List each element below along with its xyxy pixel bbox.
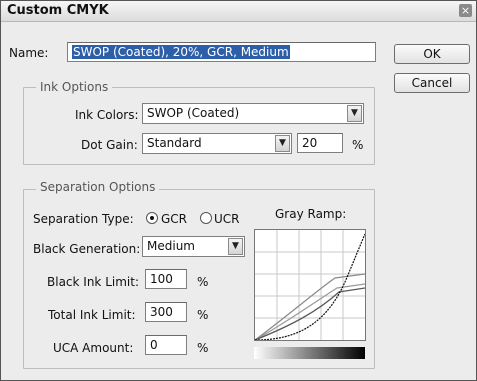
chevron-down-icon[interactable]: ▼ xyxy=(347,105,362,122)
close-icon[interactable]: × xyxy=(459,4,472,17)
black-ink-limit-label: Black Ink Limit: xyxy=(47,275,139,289)
name-value: SWOP (Coated), 20%, GCR, Medium xyxy=(72,45,290,59)
total-ink-limit-label: Total Ink Limit: xyxy=(48,308,136,322)
title-bar: Custom CMYK × xyxy=(1,1,476,22)
black-generation-select[interactable]: Medium ▼ xyxy=(142,236,245,257)
ucr-label[interactable]: UCR xyxy=(214,212,240,226)
name-label: Name: xyxy=(9,46,49,60)
total-ink-limit-value: 300 xyxy=(150,305,173,319)
window-title: Custom CMYK xyxy=(7,3,109,18)
separation-options-title: Separation Options xyxy=(36,180,160,194)
dot-gain-percent-sign: % xyxy=(352,138,364,152)
ink-options-title: Ink Options xyxy=(36,80,113,94)
uca-amount-label: UCA Amount: xyxy=(53,341,134,355)
radio-selected-dot xyxy=(150,216,154,220)
black-ink-limit-input[interactable]: 100 xyxy=(145,269,187,289)
total-ink-limit-input[interactable]: 300 xyxy=(145,302,187,322)
black-ink-limit-percent: % xyxy=(197,275,209,289)
custom-cmyk-dialog: Custom CMYK × Name: SWOP (Coated), 20%, … xyxy=(0,0,477,381)
uca-amount-percent: % xyxy=(197,341,209,355)
black-generation-value: Medium xyxy=(147,239,195,253)
dot-gain-label: Dot Gain: xyxy=(81,138,138,152)
chevron-down-icon[interactable]: ▼ xyxy=(228,238,243,255)
gray-ramp-curves xyxy=(254,230,366,341)
gcr-label[interactable]: GCR xyxy=(161,212,187,226)
dot-gain-percent-value: 20 xyxy=(302,136,318,150)
dot-gain-percent-input[interactable]: 20 xyxy=(297,133,343,153)
uca-amount-value: 0 xyxy=(150,338,158,352)
ucr-radio[interactable] xyxy=(200,212,212,224)
name-input[interactable]: SWOP (Coated), 20%, GCR, Medium xyxy=(67,42,376,62)
total-ink-limit-percent: % xyxy=(197,308,209,322)
uca-amount-input[interactable]: 0 xyxy=(145,335,187,355)
ink-colors-label: Ink Colors: xyxy=(75,108,139,122)
gray-ramp-label: Gray Ramp: xyxy=(275,207,347,221)
black-ink-limit-value: 100 xyxy=(150,272,173,286)
chevron-down-icon[interactable]: ▼ xyxy=(275,135,290,152)
black-generation-label: Black Generation: xyxy=(33,242,141,256)
ink-colors-select[interactable]: SWOP (Coated) ▼ xyxy=(142,103,364,124)
dot-gain-select[interactable]: Standard ▼ xyxy=(142,133,292,154)
cancel-button[interactable]: Cancel xyxy=(394,73,470,93)
gray-gradient-bar xyxy=(254,347,365,359)
ok-button[interactable]: OK xyxy=(394,44,470,64)
separation-type-label: Separation Type: xyxy=(33,212,134,226)
gcr-radio[interactable] xyxy=(146,212,158,224)
magenta-curve xyxy=(254,283,366,341)
dot-gain-value: Standard xyxy=(147,136,202,150)
gray-ramp-graph xyxy=(254,229,366,341)
ink-colors-value: SWOP (Coated) xyxy=(147,106,240,120)
